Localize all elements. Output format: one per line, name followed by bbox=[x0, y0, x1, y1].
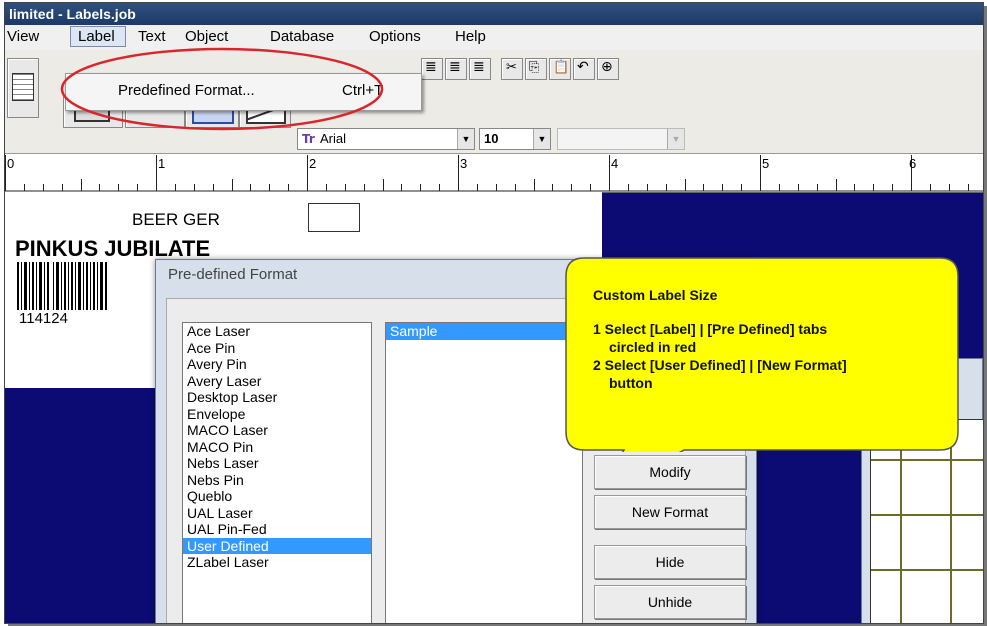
ruler-number: 6 bbox=[909, 156, 917, 171]
list-item[interactable]: MACO Pin bbox=[183, 439, 371, 456]
callout-step1-cont: circled in red bbox=[609, 339, 697, 355]
modify-button[interactable]: Modify bbox=[594, 455, 746, 489]
ruler: 0 1 2 3 4 5 6 bbox=[5, 153, 983, 193]
list-item[interactable]: UAL Pin-Fed bbox=[183, 521, 371, 538]
list-item[interactable]: Nebs Laser bbox=[183, 455, 371, 472]
list-item[interactable]: MACO Laser bbox=[183, 422, 371, 439]
list-item[interactable]: Ace Laser bbox=[183, 323, 371, 340]
ruler-number: 1 bbox=[158, 156, 166, 171]
label-text-line1[interactable]: BEER GER bbox=[132, 210, 220, 230]
list-item[interactable]: UAL Laser bbox=[183, 505, 371, 522]
new-format-button[interactable]: New Format bbox=[594, 495, 746, 529]
ruler-number: 2 bbox=[309, 156, 317, 171]
unhide-button[interactable]: Unhide bbox=[594, 585, 746, 619]
barcode-number: 114124 bbox=[19, 310, 68, 327]
list-item[interactable]: Avery Laser bbox=[183, 373, 371, 390]
list-item[interactable]: Desktop Laser bbox=[183, 389, 371, 406]
format-category-list[interactable]: Ace Laser Ace Pin Avery Pin Avery Laser … bbox=[182, 322, 372, 623]
annotation-ellipse bbox=[60, 47, 384, 131]
ruler-number: 0 bbox=[7, 156, 15, 171]
ruler-number: 5 bbox=[762, 156, 770, 171]
callout-step2-cont: button bbox=[609, 375, 653, 391]
dialog-title: Pre-defined Format bbox=[168, 266, 298, 283]
hide-button[interactable]: Hide bbox=[594, 545, 746, 579]
list-item[interactable]: Envelope bbox=[183, 406, 371, 423]
barcode[interactable] bbox=[17, 262, 117, 312]
label-empty-box[interactable] bbox=[308, 203, 360, 232]
ruler-number: 4 bbox=[611, 156, 619, 171]
list-item[interactable]: Ace Pin bbox=[183, 340, 371, 357]
callout-step1: 1 Select [Label] | [Pre Defined] tabs bbox=[593, 321, 828, 337]
callout-text: Custom Label Size 1 Select [Label] | [Pr… bbox=[593, 286, 963, 392]
list-item[interactable]: Nebs Pin bbox=[183, 472, 371, 489]
ruler-number: 3 bbox=[460, 156, 468, 171]
ruler-ticks bbox=[5, 155, 983, 192]
callout-title: Custom Label Size bbox=[593, 287, 718, 303]
format-list[interactable]: Sample bbox=[385, 322, 583, 623]
list-item-selected[interactable]: Sample bbox=[386, 323, 582, 340]
list-item[interactable]: ZLabel Laser bbox=[183, 554, 371, 571]
list-item[interactable]: Avery Pin bbox=[183, 356, 371, 373]
list-item[interactable]: Queblo bbox=[183, 488, 371, 505]
callout-step2: 2 Select [User Defined] | [New Format] bbox=[593, 357, 847, 373]
list-item-selected[interactable]: User Defined bbox=[183, 537, 371, 554]
